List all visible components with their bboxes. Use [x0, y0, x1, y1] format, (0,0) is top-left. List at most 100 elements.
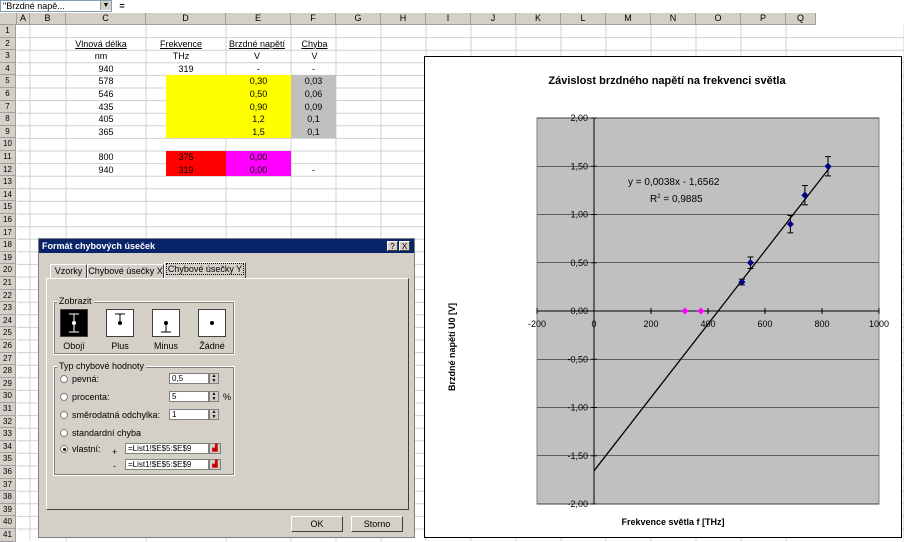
row-header-6[interactable]: 6	[0, 88, 16, 101]
fixed-spin-icon[interactable]: ▲ ▼	[209, 373, 219, 385]
row-header-34[interactable]: 34	[0, 440, 16, 454]
row-header-4[interactable]: 4	[0, 62, 16, 76]
table-cell[interactable]: 435	[66, 102, 146, 112]
row-header-22[interactable]: 22	[0, 289, 16, 303]
range-select-icon[interactable]: ▟	[209, 459, 221, 471]
row-header-18[interactable]: 18	[0, 239, 16, 252]
table-cell[interactable]: 319	[146, 165, 226, 175]
header-error[interactable]: Chyba	[292, 39, 337, 49]
column-header-O[interactable]: O	[696, 13, 741, 25]
row-header-27[interactable]: 27	[0, 352, 16, 366]
column-header-L[interactable]: L	[561, 13, 606, 25]
close-icon[interactable]: X	[399, 241, 410, 252]
row-header-38[interactable]: 38	[0, 491, 16, 504]
table-cell[interactable]	[146, 128, 226, 137]
row-header-3[interactable]: 3	[0, 50, 16, 63]
custom-minus-input[interactable]: =List1!$E$5:$E$9	[125, 459, 209, 471]
row-header-2[interactable]: 2	[0, 37, 16, 51]
row-header-13[interactable]: 13	[0, 176, 16, 189]
column-header-I[interactable]: I	[426, 13, 471, 25]
percent-spin-icon[interactable]: ▲ ▼	[209, 391, 219, 403]
row-header-29[interactable]: 29	[0, 377, 16, 391]
row-header-36[interactable]: 36	[0, 466, 16, 479]
row-header-21[interactable]: 21	[0, 277, 16, 290]
cancel-button[interactable]: Storno	[351, 516, 403, 533]
row-header-31[interactable]: 31	[0, 403, 16, 416]
table-cell[interactable]: 0,30	[226, 77, 291, 86]
row-header-8[interactable]: 8	[0, 113, 16, 126]
table-cell[interactable]: 800	[66, 153, 146, 162]
table-cell[interactable]: 0,09	[291, 102, 336, 112]
row-header-33[interactable]: 33	[0, 428, 16, 441]
row-header-26[interactable]: 26	[0, 340, 16, 353]
unit-cell[interactable]: nm	[66, 52, 136, 61]
table-cell[interactable]: -	[226, 64, 291, 74]
row-header-40[interactable]: 40	[0, 516, 16, 529]
row-header-9[interactable]: 9	[0, 125, 16, 139]
row-header-39[interactable]: 39	[0, 503, 16, 517]
table-cell[interactable]: 365	[66, 127, 146, 137]
range-select-icon[interactable]: ▟	[209, 443, 221, 455]
column-header-K[interactable]: K	[516, 13, 561, 25]
table-cell[interactable]	[146, 103, 226, 112]
header-wavelength[interactable]: Vlnová délka	[66, 39, 136, 49]
table-cell[interactable]	[146, 115, 226, 124]
table-cell[interactable]: 546	[66, 90, 146, 99]
unit-cell[interactable]: V	[292, 52, 337, 61]
unit-cell[interactable]: V	[222, 52, 292, 61]
unit-cell[interactable]: THz	[146, 52, 216, 61]
row-header-32[interactable]: 32	[0, 415, 16, 429]
column-header-N[interactable]: N	[651, 13, 696, 25]
percent-value-input[interactable]: 5	[169, 391, 209, 403]
row-header-17[interactable]: 17	[0, 226, 16, 240]
column-header-D[interactable]: D	[146, 13, 226, 25]
custom-plus-input[interactable]: =List1!$E$5:$E$9	[125, 443, 209, 455]
table-cell[interactable]: 319	[146, 64, 226, 74]
scatter-chart[interactable]: 2,00 1,50 1,00 0,50 0,00 -0,50 -1,00 -1,50 -2,00…	[425, 57, 901, 537]
table-cell[interactable]	[146, 77, 226, 86]
row-header-16[interactable]: 16	[0, 214, 16, 227]
row-header-35[interactable]: 35	[0, 453, 16, 466]
row-header-28[interactable]: 28	[0, 365, 16, 378]
table-cell[interactable]: 375	[146, 153, 226, 162]
table-cell[interactable]: 0,1	[291, 127, 336, 137]
table-cell[interactable]: 405	[66, 115, 146, 124]
column-header-Q[interactable]: Q	[786, 13, 816, 25]
row-header-30[interactable]: 30	[0, 390, 16, 403]
column-header-B[interactable]: B	[30, 13, 66, 25]
table-cell[interactable]	[146, 90, 226, 99]
fixed-value-input[interactable]: 0,5	[169, 373, 209, 385]
table-cell[interactable]: 0,00	[226, 153, 291, 162]
none-icon[interactable]	[198, 309, 226, 338]
column-header-H[interactable]: H	[381, 13, 426, 25]
row-header-23[interactable]: 23	[0, 302, 16, 315]
header-frequency[interactable]: Frekvence	[146, 39, 216, 49]
plus-icon[interactable]	[106, 309, 134, 338]
column-header-M[interactable]: M	[606, 13, 651, 25]
table-cell[interactable]: 940	[66, 64, 146, 74]
tab-patterns[interactable]: Vzorky	[50, 264, 87, 279]
row-header-1[interactable]: 1	[0, 25, 16, 38]
table-cell[interactable]: 940	[66, 165, 146, 175]
table-cell[interactable]: 0,90	[226, 102, 291, 112]
header-stopping-voltage[interactable]: Brzdné napětí	[222, 39, 292, 49]
chart-area[interactable]: 2,00 1,50 1,00 0,50 0,00 -0,50 -1,00 -1,50 -2,00…	[424, 56, 902, 538]
table-cell[interactable]	[291, 153, 336, 162]
both-icon[interactable]	[60, 309, 88, 338]
table-cell[interactable]: 0,06	[291, 90, 336, 99]
table-cell[interactable]: 1,5	[226, 127, 291, 137]
row-header-37[interactable]: 37	[0, 478, 16, 492]
table-cell[interactable]: 578	[66, 77, 146, 86]
row-header-41[interactable]: 41	[0, 529, 16, 542]
table-cell[interactable]: 0,1	[291, 115, 336, 124]
row-header-5[interactable]: 5	[0, 75, 16, 88]
row-header-15[interactable]: 15	[0, 201, 16, 214]
minus-icon[interactable]	[152, 309, 180, 338]
table-cell[interactable]: 0,03	[291, 77, 336, 86]
table-cell[interactable]: -	[291, 165, 336, 175]
row-header-12[interactable]: 12	[0, 163, 16, 177]
stdev-spin-icon[interactable]: ▲ ▼	[209, 409, 219, 421]
table-cell[interactable]: -	[291, 64, 336, 74]
stdev-value-input[interactable]: 1	[169, 409, 209, 421]
row-header-19[interactable]: 19	[0, 251, 16, 265]
